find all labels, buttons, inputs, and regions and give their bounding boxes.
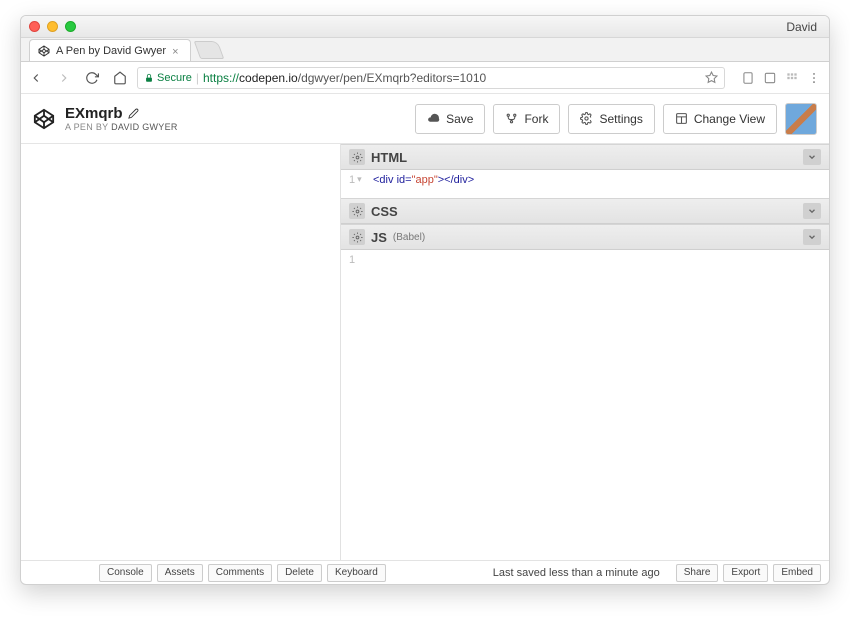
tab-close-icon[interactable]: × — [172, 46, 182, 56]
window-minimize-button[interactable] — [47, 21, 58, 32]
css-panel-settings[interactable] — [349, 203, 365, 219]
css-panel-collapse[interactable] — [803, 203, 821, 219]
gear-icon — [352, 152, 363, 163]
lock-icon — [144, 73, 154, 83]
back-button[interactable] — [29, 71, 43, 85]
window-maximize-button[interactable] — [65, 21, 76, 32]
matrix-icon[interactable] — [785, 71, 799, 85]
evernote-icon[interactable] — [741, 71, 755, 85]
menu-icon[interactable] — [807, 71, 821, 85]
user-menu[interactable]: David — [786, 20, 821, 34]
gear-icon — [352, 232, 363, 243]
html-code-line: <div id="app"></div> — [373, 174, 474, 194]
avatar[interactable] — [785, 103, 817, 135]
css-panel-label: CSS — [371, 204, 398, 219]
delete-button[interactable]: Delete — [277, 564, 322, 582]
browser-tab[interactable]: A Pen by David Gwyer × — [29, 39, 191, 61]
home-button[interactable] — [113, 71, 127, 85]
js-panel-header[interactable]: JS (Babel) — [341, 224, 829, 250]
preview-pane — [21, 144, 341, 560]
js-preprocessor-label: (Babel) — [393, 232, 425, 243]
pen-subtitle-prefix: A PEN BY — [65, 122, 111, 132]
edit-icon[interactable] — [128, 108, 139, 119]
url-protocol: https:// — [203, 71, 239, 85]
codepen-header: EXmqrb A PEN BY David Gwyer Save Fork Se… — [21, 94, 829, 144]
cloud-icon — [427, 112, 440, 125]
star-icon[interactable] — [705, 71, 718, 84]
codepen-logo-icon[interactable] — [33, 108, 55, 130]
chevron-down-icon — [807, 232, 817, 242]
js-panel-collapse[interactable] — [803, 229, 821, 245]
assets-button[interactable]: Assets — [157, 564, 203, 582]
console-button[interactable]: Console — [99, 564, 152, 582]
pen-author-link[interactable]: David Gwyer — [111, 122, 178, 132]
browser-tab-strip: A Pen by David Gwyer × — [21, 38, 829, 62]
gear-icon — [352, 206, 363, 217]
js-panel-label: JS — [371, 230, 387, 245]
browser-toolbar: Secure | https://codepen.io/dgwyer/pen/E… — [21, 62, 829, 94]
html-panel-label: HTML — [371, 150, 407, 165]
export-button[interactable]: Export — [723, 564, 768, 582]
html-editor[interactable]: 1▾ <div id="app"></div> — [341, 170, 829, 198]
pen-title[interactable]: EXmqrb — [65, 105, 123, 122]
chevron-down-icon — [807, 152, 817, 162]
js-panel-settings[interactable] — [349, 229, 365, 245]
fold-icon[interactable]: ▾ — [357, 174, 362, 185]
codepen-favicon-icon — [38, 45, 50, 57]
settings-button[interactable]: Settings — [568, 104, 654, 134]
change-view-button[interactable]: Change View — [663, 104, 777, 134]
gear-icon — [580, 112, 593, 125]
chevron-down-icon — [807, 206, 817, 216]
forward-button[interactable] — [57, 71, 71, 85]
extension-icon[interactable] — [763, 71, 777, 85]
layout-icon — [675, 112, 688, 125]
reload-button[interactable] — [85, 71, 99, 85]
share-button[interactable]: Share — [676, 564, 719, 582]
comments-button[interactable]: Comments — [208, 564, 272, 582]
url-path: /dgwyer/pen/EXmqrb?editors=1010 — [298, 71, 486, 85]
footer-bar: Console Assets Comments Delete Keyboard … — [21, 560, 829, 584]
address-bar[interactable]: Secure | https://codepen.io/dgwyer/pen/E… — [137, 67, 725, 89]
save-button[interactable]: Save — [415, 104, 485, 134]
save-status: Last saved less than a minute ago — [493, 567, 660, 579]
keyboard-button[interactable]: Keyboard — [327, 564, 386, 582]
js-editor[interactable]: 1 — [341, 250, 829, 560]
tab-title: A Pen by David Gwyer — [56, 45, 166, 57]
html-panel-settings[interactable] — [349, 149, 365, 165]
css-panel-header[interactable]: CSS — [341, 198, 829, 224]
new-tab-button[interactable] — [194, 41, 225, 59]
secure-indicator: Secure — [144, 72, 192, 84]
html-panel-collapse[interactable] — [803, 149, 821, 165]
embed-button[interactable]: Embed — [773, 564, 821, 582]
fork-button[interactable]: Fork — [493, 104, 560, 134]
html-panel-header[interactable]: HTML — [341, 144, 829, 170]
url-host: codepen.io — [239, 71, 298, 85]
fork-icon — [505, 112, 518, 125]
mac-title-bar: David — [21, 16, 829, 38]
window-close-button[interactable] — [29, 21, 40, 32]
